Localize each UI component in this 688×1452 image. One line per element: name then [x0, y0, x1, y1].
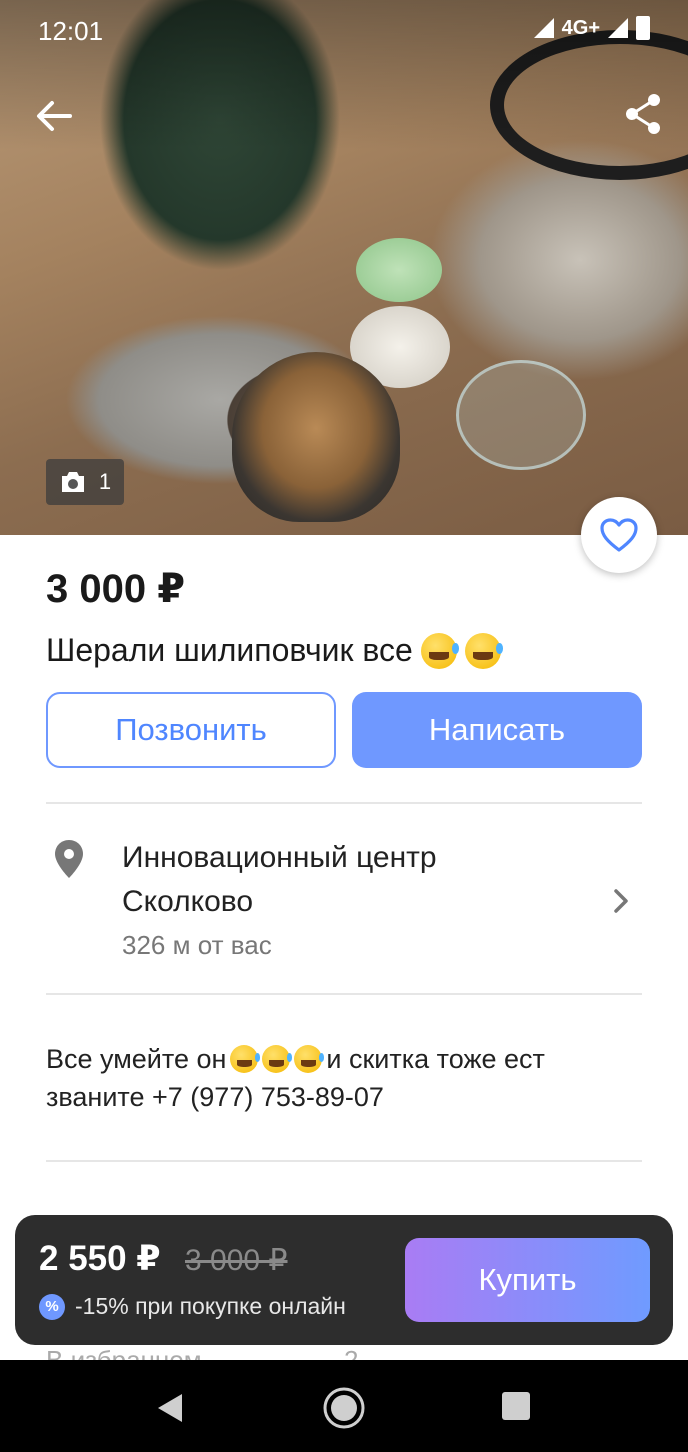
old-price: 3 000 ₽ — [185, 1244, 288, 1277]
status-icons: 4G+ — [532, 16, 650, 40]
nav-back-icon[interactable] — [156, 1392, 184, 1424]
back-arrow-icon[interactable] — [30, 92, 78, 140]
divider — [46, 993, 642, 995]
buy-bar: 2 550 ₽ 3 000 ₽ % -15% при покупке онлай… — [15, 1215, 673, 1345]
status-bar: 12:01 4G+ — [0, 0, 688, 60]
photo-detail — [356, 238, 442, 302]
divider — [46, 1160, 642, 1162]
rofl-emoji-icon — [464, 632, 503, 669]
system-nav-bar — [0, 1360, 688, 1452]
discount-note: % -15% при покупке онлайн — [39, 1293, 346, 1320]
heart-outline-icon — [600, 518, 638, 552]
buy-button[interactable]: Купить — [405, 1238, 650, 1322]
description-text: Все умейте он — [46, 1044, 227, 1074]
location-pin-icon — [55, 840, 83, 878]
signal-icon — [608, 18, 628, 38]
rofl-emoji-icon — [230, 1045, 261, 1073]
online-price: 2 550 ₽ — [39, 1239, 161, 1278]
chevron-right-icon[interactable] — [608, 886, 634, 916]
description-phone-text[interactable]: званите +7 (977) 753-89-07 — [46, 1078, 384, 1116]
signal-icon — [533, 18, 554, 38]
description-text: и скитка тоже ест — [326, 1044, 545, 1074]
description-line: Все умейте он и скитка тоже ест — [46, 1040, 642, 1078]
listing-title: Шерали шилиповчик все — [46, 632, 503, 669]
description-line: званите +7 (977) 753-89-07 — [46, 1078, 642, 1116]
listing-photo[interactable] — [0, 0, 688, 535]
photo-count-badge[interactable]: 1 — [46, 459, 124, 505]
divider — [46, 802, 642, 804]
location-name[interactable]: Инновационный центр Сколково — [122, 836, 562, 924]
photo-detail — [456, 360, 586, 470]
listing-description: Все умейте он и скитка тоже ест званите … — [46, 1040, 642, 1116]
listing-title-text: Шерали шилиповчик все — [46, 632, 413, 668]
photo-detail — [232, 352, 400, 522]
camera-icon — [61, 472, 84, 492]
discount-text: -15% при покупке онлайн — [75, 1293, 346, 1319]
battery-icon — [636, 16, 650, 40]
network-type: 4G+ — [561, 16, 600, 39]
rofl-emoji-icon — [420, 632, 459, 669]
share-icon[interactable] — [620, 90, 668, 138]
message-button[interactable]: Написать — [352, 692, 642, 768]
rofl-emoji-icon — [294, 1045, 325, 1073]
status-time: 12:01 — [38, 16, 104, 46]
nav-recents-icon[interactable] — [502, 1392, 530, 1420]
percent-badge-icon: % — [39, 1293, 65, 1320]
call-button[interactable]: Позвонить — [46, 692, 336, 768]
nav-home-icon[interactable] — [322, 1386, 366, 1430]
listing-price: 3 000 ₽ — [46, 567, 186, 611]
rofl-emoji-icon — [262, 1045, 293, 1073]
photo-count: 1 — [98, 469, 112, 494]
location-distance: 326 м от вас — [122, 930, 272, 960]
favorite-button[interactable] — [581, 497, 657, 573]
